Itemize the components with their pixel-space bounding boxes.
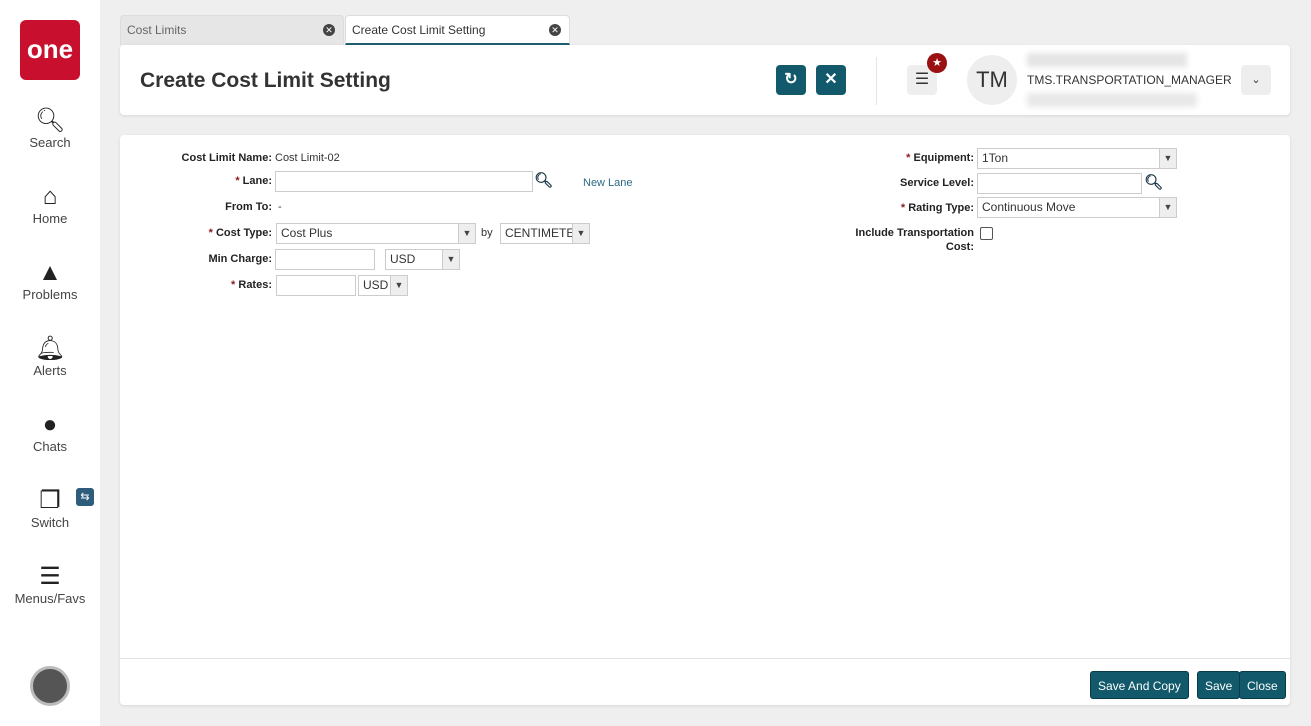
sidebar-item-menus-favs[interactable]: ☰ Menus/Favs	[0, 563, 100, 606]
cost-type-label: * Cost Type:	[208, 227, 272, 239]
form-card: Cost Limit Name: Cost Limit-02 * Lane: 🔍…	[120, 135, 1290, 705]
footer-divider	[120, 658, 1290, 659]
avatar[interactable]: TM	[967, 55, 1017, 105]
tab-cost-limits[interactable]: Cost Limits ✕	[120, 15, 344, 45]
page-header: Create Cost Limit Setting ↻ ✕ ☰ ★ TM TMS…	[120, 45, 1290, 115]
warning-icon: ▲	[38, 259, 62, 286]
rates-label: * Rates:	[231, 279, 272, 291]
lane-input[interactable]	[275, 171, 533, 192]
lane-search-icon[interactable]: 🔍︎	[534, 171, 553, 189]
cost-type-select[interactable]: Cost Plus ▼	[276, 223, 476, 244]
rating-type-label: * Rating Type:	[900, 202, 974, 214]
close-button[interactable]: ✕	[816, 65, 846, 95]
min-charge-currency-select[interactable]: USD ▼	[385, 249, 460, 270]
divider	[876, 57, 877, 105]
new-lane-link[interactable]: New Lane	[583, 177, 633, 189]
assistant-avatar[interactable]	[30, 666, 70, 706]
refresh-button[interactable]: ↻	[776, 65, 806, 95]
close-form-button[interactable]: Close	[1239, 671, 1286, 699]
app-logo[interactable]: one	[20, 20, 80, 80]
user-role: TMS.TRANSPORTATION_MANAGER	[1027, 73, 1232, 87]
cost-limit-name-label: Cost Limit Name:	[181, 152, 272, 164]
sidebar-item-search[interactable]: 🔍︎ Search	[0, 107, 100, 150]
min-charge-input[interactable]	[275, 249, 375, 270]
uom-select[interactable]: CENTIMETE ▼	[500, 223, 590, 244]
sidebar-item-chats[interactable]: ● Chats	[0, 411, 100, 454]
close-tab-icon[interactable]: ✕	[323, 24, 335, 36]
chevron-down-icon: ▼	[1159, 149, 1176, 168]
close-tab-icon[interactable]: ✕	[549, 24, 561, 36]
service-level-label: Service Level:	[900, 177, 974, 189]
lane-label: * Lane:	[235, 175, 272, 187]
switch-badge-icon: ⇆	[76, 488, 94, 506]
include-transportation-cost-label: Include Transportation Cost:	[855, 227, 974, 253]
sidebar-item-problems[interactable]: ▲ Problems	[0, 259, 100, 302]
save-button[interactable]: Save	[1197, 671, 1241, 699]
rates-input[interactable]	[276, 275, 356, 296]
service-level-search-icon[interactable]: 🔍︎	[1144, 173, 1163, 191]
chevron-down-icon: ▼	[458, 224, 475, 243]
save-and-copy-button[interactable]: Save And Copy	[1090, 671, 1189, 699]
page-title: Create Cost Limit Setting	[140, 69, 391, 92]
from-to-label: From To:	[225, 201, 272, 213]
chevron-down-icon: ▼	[1159, 198, 1176, 217]
service-level-input[interactable]	[977, 173, 1142, 194]
rating-type-select[interactable]: Continuous Move ▼	[977, 197, 1177, 218]
sidebar-item-home[interactable]: ⌂ Home	[0, 183, 100, 226]
equipment-select[interactable]: 1Ton ▼	[977, 148, 1177, 169]
menu-icon: ☰	[39, 563, 61, 590]
bell-icon: 🔔︎	[34, 335, 66, 362]
chevron-down-icon: ▼	[572, 224, 589, 243]
user-menu-chevron-icon[interactable]: ⌄	[1241, 65, 1271, 95]
from-to-value: -	[278, 201, 282, 213]
favorite-star-icon[interactable]: ★	[927, 53, 947, 73]
tab-create-cost-limit-setting[interactable]: Create Cost Limit Setting ✕	[345, 15, 570, 45]
redacted-text	[1027, 93, 1197, 107]
include-transportation-cost-checkbox[interactable]	[980, 227, 993, 240]
redacted-text	[1027, 53, 1187, 67]
sidebar: one 🔍︎ Search ⌂ Home ▲ Problems 🔔︎ Alerts ● C…	[0, 0, 100, 726]
min-charge-label: Min Charge:	[208, 253, 272, 265]
equipment-label: * Equipment:	[906, 152, 974, 164]
home-icon: ⌂	[42, 183, 58, 210]
sidebar-item-alerts[interactable]: 🔔︎ Alerts	[0, 335, 100, 378]
by-label: by	[481, 227, 493, 239]
rates-currency-select[interactable]: USD ▼	[358, 275, 408, 296]
search-icon: 🔍︎	[34, 107, 66, 134]
chevron-down-icon: ▼	[442, 250, 459, 269]
chevron-down-icon: ▼	[390, 276, 407, 295]
chat-icon: ●	[42, 411, 58, 438]
cost-limit-name-value: Cost Limit-02	[275, 152, 340, 164]
